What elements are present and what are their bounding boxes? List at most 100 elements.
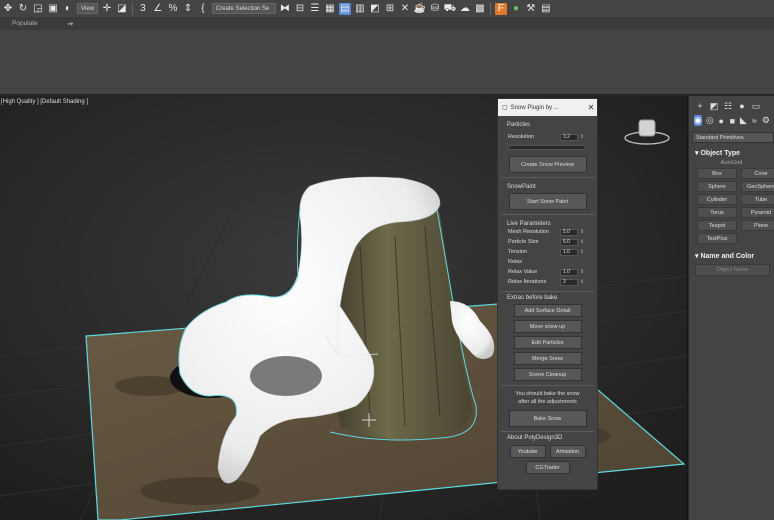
cylinder-button[interactable]: Cylinder — [697, 194, 737, 205]
grid-icon[interactable]: ▦ — [324, 3, 336, 15]
textplus-button[interactable]: TextPlus — [697, 233, 737, 244]
particle-size-spinner[interactable]: 6.0 — [560, 238, 578, 246]
view-dropdown[interactable]: View — [77, 3, 98, 14]
geosphere-button[interactable]: GeoSphere — [741, 181, 774, 192]
percent-snap-icon[interactable]: % — [167, 3, 179, 15]
particle-size-row: Particle Size 6.0 ⇕ — [498, 237, 597, 247]
create-icon[interactable]: + — [695, 101, 705, 111]
cgtrader-button[interactable]: CGTrader — [525, 461, 570, 474]
box-button[interactable]: Box — [697, 168, 737, 179]
display-icon[interactable]: ▭ — [751, 101, 761, 112]
start-snow-paint-button[interactable]: Start Snow Paint — [508, 193, 587, 210]
modify-icon[interactable]: ◩ — [709, 101, 719, 112]
divider — [501, 431, 594, 432]
object-name-field[interactable]: Object Name — [695, 264, 770, 276]
angle-snap-icon[interactable]: ∠ — [152, 3, 164, 15]
render-icon[interactable]: ⛟ — [444, 3, 457, 15]
viewcube-icon[interactable] — [622, 116, 672, 146]
artstation-button[interactable]: Artstation — [549, 445, 586, 458]
name-and-color-rollout[interactable]: ▾ Name and Color — [689, 252, 774, 260]
viewport-layout-icon[interactable]: ▤ — [338, 2, 351, 15]
align-icon[interactable]: ⊟ — [294, 3, 306, 15]
close-icon[interactable]: ✕ — [585, 103, 597, 112]
view-icon[interactable]: ◐ — [62, 3, 74, 15]
move-snow-up-button[interactable]: Move snow up — [513, 320, 582, 333]
mirror-icon[interactable]: ⧓ — [279, 3, 291, 15]
add-surface-detail-button[interactable]: Add Surface Detail — [513, 304, 582, 317]
move-icon[interactable]: ✥ — [2, 3, 14, 15]
list-icon[interactable]: ▤ — [540, 3, 552, 15]
helpers-icon[interactable]: ◣ — [740, 115, 747, 126]
layer-icon[interactable]: ☰ — [309, 3, 321, 15]
torus-button[interactable]: Torus — [697, 207, 737, 218]
edit-particles-button[interactable]: Edit Particles — [513, 336, 582, 349]
edit-named-icon[interactable]: { — [197, 3, 209, 15]
hierarchy-icon[interactable]: ☷ — [723, 101, 733, 112]
primitive-type-dropdown[interactable]: Standard Primitives — [692, 132, 774, 143]
spinner-arrows-icon[interactable]: ⇕ — [580, 134, 584, 140]
mesh-resolution-row: Mesh Resolution 5.0 ⇕ — [498, 227, 597, 237]
ribbon-options-icon[interactable]: ▪▾ — [68, 20, 74, 28]
sphere-button[interactable]: Sphere — [697, 181, 737, 192]
render-setup-icon[interactable]: ☕ — [414, 3, 426, 15]
plugin-icon[interactable]: F — [494, 2, 507, 15]
resolution-spinner[interactable]: 3.2 — [560, 133, 578, 141]
ribbon-bar: Populate ▪▾ — [0, 17, 774, 30]
pyramid-button[interactable]: Pyramid — [741, 207, 774, 218]
mesh-resolution-spinner[interactable]: 5.0 — [560, 228, 578, 236]
selection-set-dropdown[interactable]: Create Selection Se — [211, 3, 276, 14]
mesh-resolution-label: Mesh Resolution — [508, 229, 549, 235]
cone-button[interactable]: Cone — [741, 168, 774, 179]
render-frame-icon[interactable]: ⛁ — [429, 3, 441, 15]
primitive-buttons: Box Cone Sphere GeoSphere Cylinder Tube … — [689, 168, 774, 244]
rotate-icon[interactable]: ↻ — [17, 3, 29, 15]
select-icon[interactable]: ▣ — [47, 3, 59, 15]
lights-icon[interactable]: ● — [718, 116, 725, 126]
geometry-icon[interactable]: ◉ — [694, 115, 702, 126]
object-type-rollout[interactable]: ▾ Object Type — [689, 149, 774, 157]
cameras-icon[interactable]: ■ — [729, 116, 736, 126]
scene-explorer-icon[interactable]: ▥ — [354, 3, 366, 15]
curve-editor-icon[interactable]: ◩ — [369, 3, 381, 15]
move-gizmo-icon[interactable]: ✛ — [101, 3, 113, 15]
place-icon[interactable]: ◪ — [116, 3, 128, 15]
tool-icon[interactable]: ● — [510, 3, 522, 15]
plugin-title: Snow Plugin by ... — [510, 104, 559, 111]
spinner-arrows-icon[interactable]: ⇕ — [580, 229, 584, 235]
viewport-label[interactable]: [High Quality ] [Default Shading ] — [1, 99, 88, 105]
spinner-arrows-icon[interactable]: ⇕ — [580, 279, 584, 285]
spacewarps-icon[interactable]: ≈ — [751, 116, 758, 126]
scale-icon[interactable]: ◲ — [32, 3, 44, 15]
plane-button[interactable]: Plane — [741, 220, 774, 231]
scene-cleanup-button[interactable]: Scene Cleanup — [513, 368, 582, 381]
merge-snow-button[interactable]: Merge Snow — [513, 352, 582, 365]
populate-tab[interactable]: Populate — [12, 20, 38, 27]
schematic-icon[interactable]: ⊞ — [384, 3, 396, 15]
preview-progress-bar — [508, 145, 586, 150]
render-cloud-icon[interactable]: ☁ — [459, 3, 471, 15]
tension-label: Tension — [508, 249, 527, 255]
tube-button[interactable]: Tube — [741, 194, 774, 205]
relax-row: Relax — [498, 257, 597, 267]
bake-snow-button[interactable]: Bake Snow — [508, 410, 587, 427]
app-icon[interactable]: ▩ — [474, 3, 486, 15]
youtube-button[interactable]: Youtube — [509, 445, 546, 458]
wrench-icon[interactable]: ⚒ — [525, 3, 537, 15]
separator — [489, 2, 491, 15]
snap-icon[interactable]: 3 — [137, 3, 149, 15]
plugin-titlebar[interactable]: ▢ Snow Plugin by ... ✕ — [498, 99, 597, 116]
spinner-snap-icon[interactable]: ⇕ — [182, 3, 194, 15]
motion-icon[interactable]: ● — [737, 101, 747, 111]
tension-spinner[interactable]: 1.0 — [560, 248, 578, 256]
relax-iterations-spinner[interactable]: 3 — [560, 278, 578, 286]
create-snow-preview-button[interactable]: Create Snow Preview — [508, 156, 587, 173]
relax-value-spinner[interactable]: 1.0 — [560, 268, 578, 276]
systems-icon[interactable]: ⚙ — [762, 115, 770, 126]
autogrid-checkbox[interactable]: AutoGrid — [689, 160, 774, 166]
spinner-arrows-icon[interactable]: ⇕ — [580, 239, 584, 245]
material-editor-icon[interactable]: ✕ — [399, 3, 411, 15]
shapes-icon[interactable]: ◎ — [706, 115, 714, 126]
spinner-arrows-icon[interactable]: ⇕ — [580, 269, 584, 275]
teapot-button[interactable]: Teapot — [697, 220, 737, 231]
spinner-arrows-icon[interactable]: ⇕ — [580, 249, 584, 255]
